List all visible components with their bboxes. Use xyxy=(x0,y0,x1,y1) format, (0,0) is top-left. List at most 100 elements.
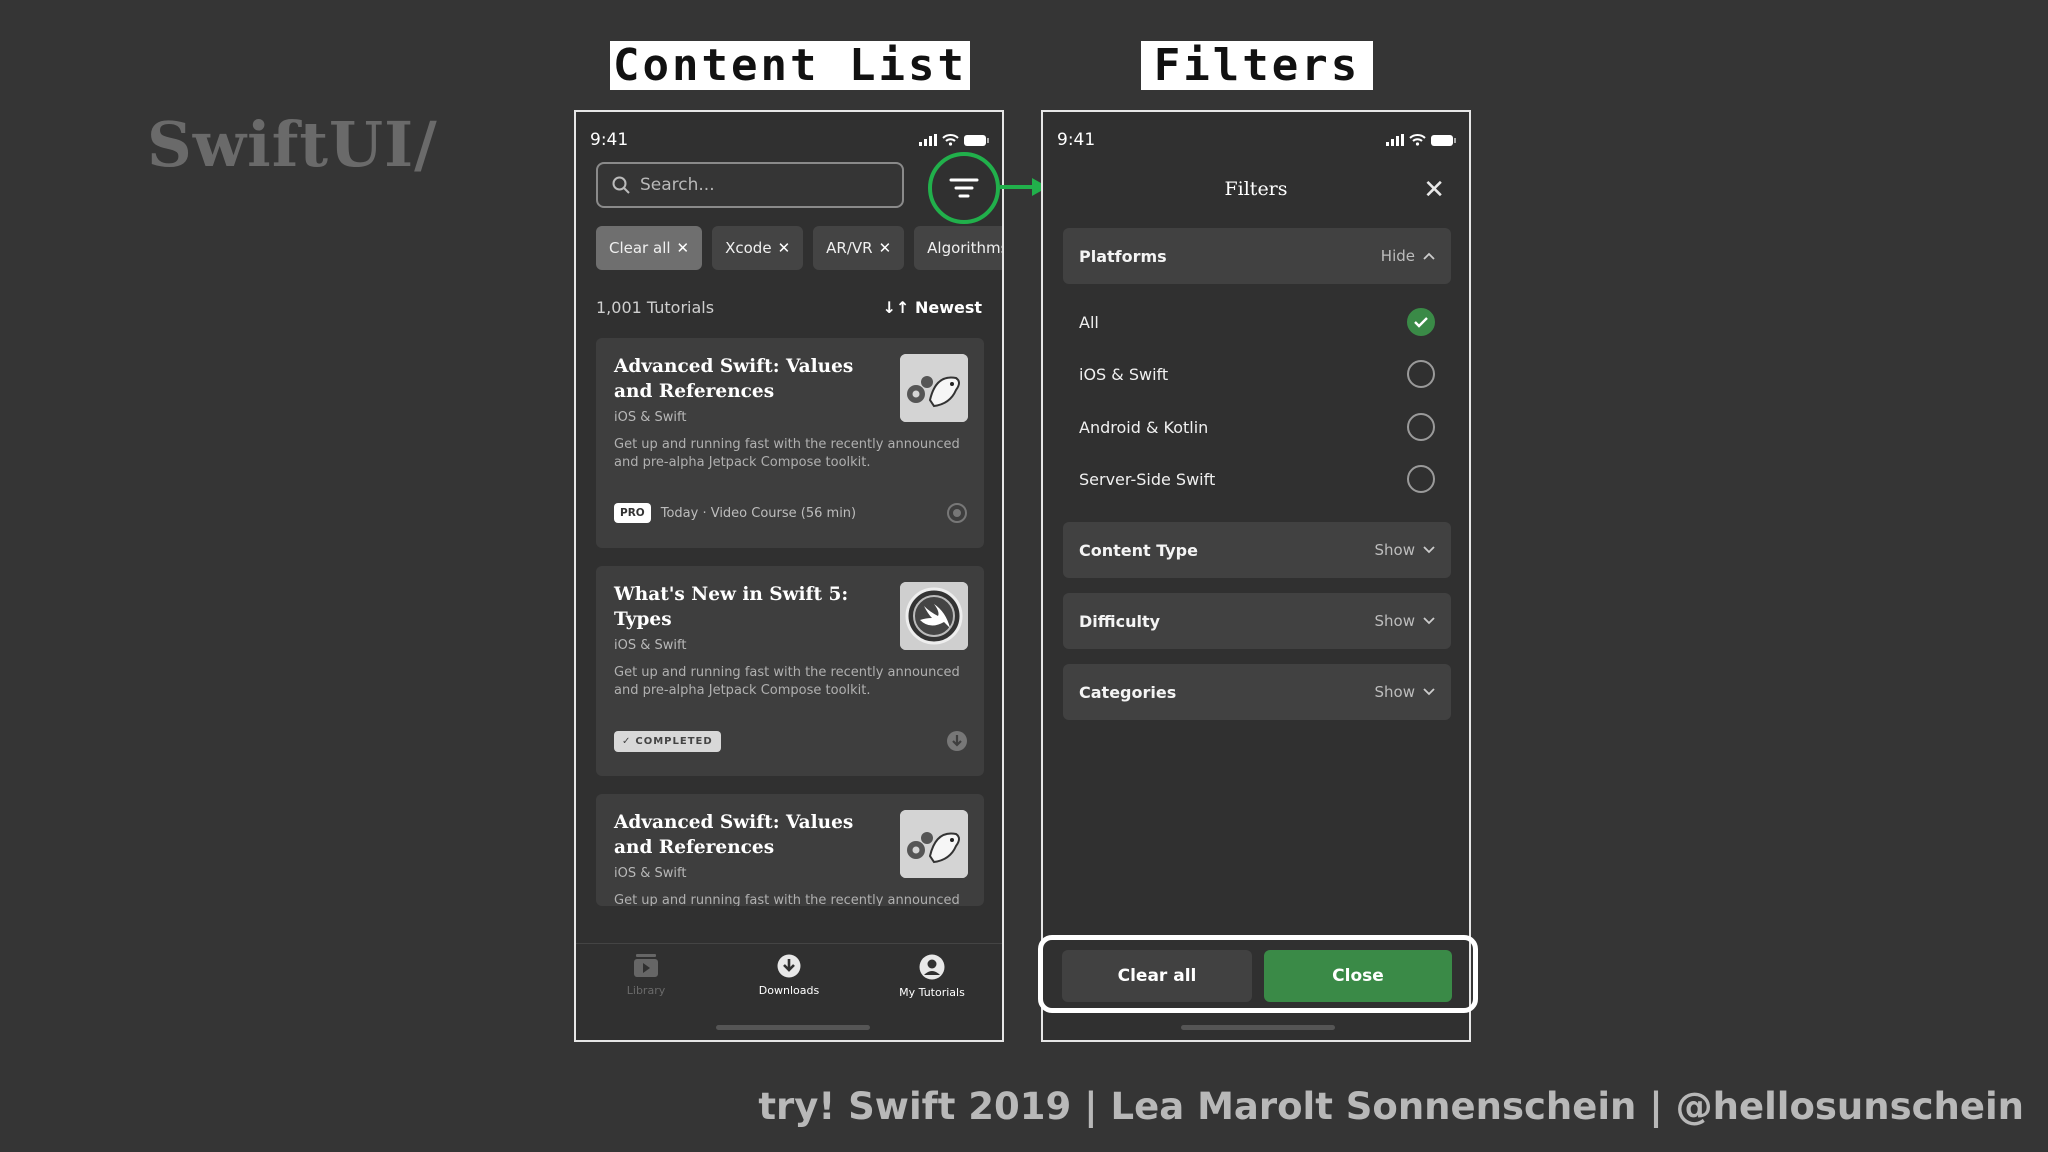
check-icon: ✓ xyxy=(622,735,632,747)
check-icon xyxy=(1414,317,1428,328)
card-title: Advanced Swift: Values and References xyxy=(614,812,854,858)
chip-label: AR/VR xyxy=(826,239,873,257)
filter-button[interactable] xyxy=(928,152,1000,224)
tutorial-card[interactable]: Advanced Swift: Values and References iO… xyxy=(596,338,984,548)
status-bar: 9:41 xyxy=(1057,128,1456,152)
content-list-phone: 9:41 Search... Clear all ✕ Xcode ✕ AR/VR ✕ … xyxy=(574,110,1004,1042)
chip-label: Xcode xyxy=(725,239,772,257)
chip-algorithms[interactable]: Algorithms xyxy=(914,226,1004,270)
clear-all-button[interactable]: Clear all xyxy=(1062,950,1252,1002)
status-bar: 9:41 xyxy=(590,128,989,152)
section-toggle[interactable]: Show xyxy=(1375,541,1435,559)
tab-bar: Library Downloads My Tutorials xyxy=(576,943,1002,1040)
chevron-down-icon xyxy=(1423,688,1435,696)
tab-label: Downloads xyxy=(758,984,820,997)
option-android-kotlin[interactable]: Android & Kotlin xyxy=(1079,412,1435,442)
close-icon: ✕ xyxy=(676,239,690,257)
search-input[interactable]: Search... xyxy=(596,162,904,208)
card-footer: PRO Today · Video Course (56 min) xyxy=(614,502,968,524)
card-description: Get up and running fast with the recentl… xyxy=(614,665,960,698)
sort-button[interactable]: ↓↑ Newest xyxy=(883,298,982,317)
section-toggle[interactable]: Hide xyxy=(1381,247,1435,265)
chip-arvr[interactable]: AR/VR ✕ xyxy=(813,226,905,270)
section-label: Content Type xyxy=(1079,540,1198,560)
search-icon xyxy=(612,176,630,194)
option-ios-swift[interactable]: iOS & Swift xyxy=(1079,359,1435,389)
swift-logo-icon xyxy=(900,582,968,650)
tab-my-tutorials[interactable]: My Tutorials xyxy=(872,954,992,999)
tutorial-count: 1,001 Tutorials xyxy=(596,298,715,317)
chip-clear-all[interactable]: Clear all ✕ xyxy=(596,226,703,270)
content-list-label: Content List xyxy=(610,40,970,91)
signal-icon xyxy=(919,134,937,146)
battery-icon xyxy=(1431,134,1456,146)
filters-header: Filters ✕ xyxy=(1043,170,1469,210)
tab-label: Library xyxy=(626,984,666,997)
completed-badge: ✓ COMPLETED xyxy=(614,730,721,752)
status-time: 9:41 xyxy=(1057,130,1096,150)
card-title: Advanced Swift: Values and References xyxy=(614,356,854,402)
chip-label: Clear all xyxy=(609,239,671,257)
download-icon[interactable] xyxy=(946,730,968,752)
option-all[interactable]: All xyxy=(1079,307,1435,337)
checkbox[interactable] xyxy=(1407,360,1435,388)
toggle-label: Show xyxy=(1374,541,1415,559)
section-toggle[interactable]: Show xyxy=(1375,612,1435,630)
close-button[interactable]: Close xyxy=(1264,950,1452,1002)
checkbox[interactable] xyxy=(1407,465,1435,493)
option-label: iOS & Swift xyxy=(1079,364,1169,384)
card-platform: iOS & Swift xyxy=(614,638,687,653)
section-difficulty[interactable]: Difficulty Show xyxy=(1063,593,1451,649)
close-icon: ✕ xyxy=(878,239,892,257)
section-toggle[interactable]: Show xyxy=(1375,683,1435,701)
tab-downloads[interactable]: Downloads xyxy=(729,954,849,997)
chip-xcode[interactable]: Xcode ✕ xyxy=(712,226,804,270)
close-icon: ✕ xyxy=(777,239,791,257)
bird-gears-icon xyxy=(900,354,968,422)
section-label: Difficulty xyxy=(1079,611,1161,631)
chevron-up-icon xyxy=(1423,252,1435,260)
card-title: What's New in Swift 5: Types xyxy=(614,584,849,630)
card-thumbnail xyxy=(900,582,968,650)
tutorial-card[interactable]: What's New in Swift 5: Types iOS & Swift… xyxy=(596,566,984,776)
section-categories[interactable]: Categories Show xyxy=(1063,664,1451,720)
section-platforms[interactable]: Platforms Hide xyxy=(1063,228,1451,284)
toggle-label: Show xyxy=(1374,683,1415,701)
close-icon[interactable]: ✕ xyxy=(1423,177,1445,203)
home-indicator xyxy=(1181,1025,1335,1030)
tutorial-card[interactable]: Advanced Swift: Values and References iO… xyxy=(596,794,984,906)
filters-title: Filters xyxy=(1224,178,1288,200)
signal-icon xyxy=(1386,134,1404,146)
wifi-icon xyxy=(942,134,959,146)
option-label: Server-Side Swift xyxy=(1079,469,1216,489)
bird-gears-icon xyxy=(900,810,968,878)
home-indicator xyxy=(716,1025,870,1030)
section-content-type[interactable]: Content Type Show xyxy=(1063,522,1451,578)
tab-label: My Tutorials xyxy=(899,986,965,999)
chevron-down-icon xyxy=(1423,546,1435,554)
checkbox-checked[interactable] xyxy=(1407,308,1435,336)
filters-phone: 9:41 Filters ✕ Platforms Hide All iOS & … xyxy=(1041,110,1471,1042)
search-placeholder: Search... xyxy=(640,175,715,195)
option-label: All xyxy=(1079,312,1099,332)
card-description: Get up and running fast with the recentl… xyxy=(614,893,960,906)
conference-credit: try! Swift 2019 | Lea Marolt Sonnenschei… xyxy=(758,1085,2024,1128)
profile-icon xyxy=(919,954,945,980)
section-label: Categories xyxy=(1079,682,1177,702)
card-thumbnail xyxy=(900,354,968,422)
filter-icon xyxy=(949,178,979,198)
toggle-label: Hide xyxy=(1380,247,1415,265)
tab-library[interactable]: Library xyxy=(586,954,706,997)
option-server-side-swift[interactable]: Server-Side Swift xyxy=(1079,464,1435,494)
option-label: Android & Kotlin xyxy=(1079,417,1209,437)
card-platform: iOS & Swift xyxy=(614,410,687,425)
card-footer: ✓ COMPLETED xyxy=(614,730,968,752)
checkbox[interactable] xyxy=(1407,413,1435,441)
progress-icon[interactable] xyxy=(946,502,968,524)
card-meta: Today · Video Course (56 min) xyxy=(660,505,857,521)
chevron-down-icon xyxy=(1423,617,1435,625)
card-platform: iOS & Swift xyxy=(614,866,687,881)
card-thumbnail xyxy=(900,810,968,878)
chip-label: Algorithms xyxy=(927,239,1004,257)
status-time: 9:41 xyxy=(590,130,629,150)
